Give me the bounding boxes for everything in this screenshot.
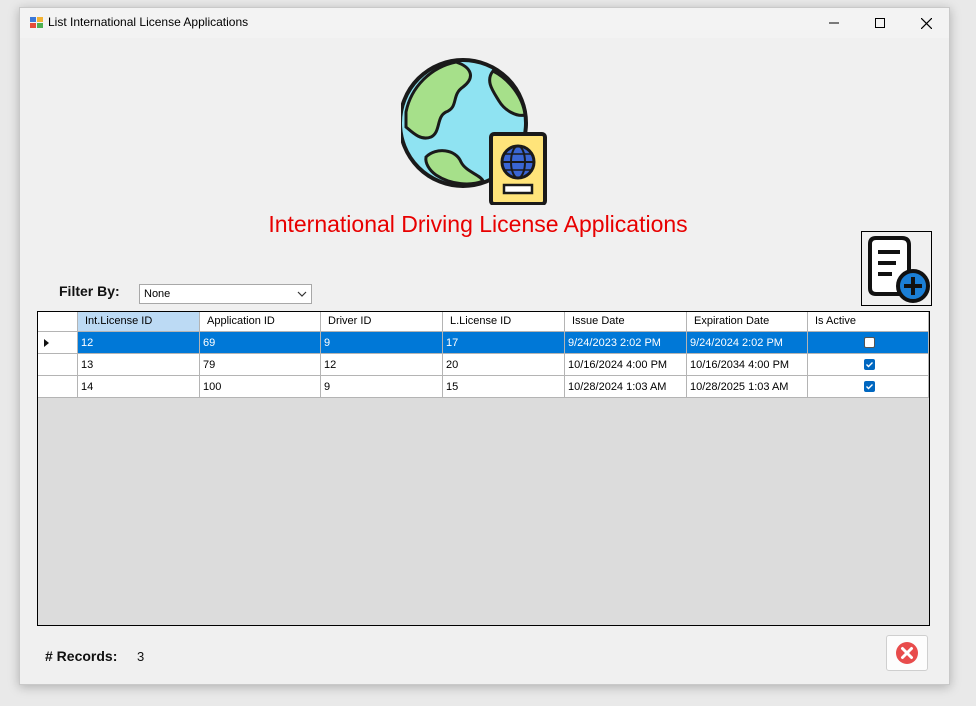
licenses-grid[interactable]: Int.License ID Application ID Driver ID … (37, 311, 930, 626)
column-header-issue-date[interactable]: Issue Date (565, 312, 687, 332)
table-row[interactable]: 14 100 9 15 10/28/2024 1:03 AM 10/28/202… (38, 376, 929, 398)
minimize-button[interactable] (811, 8, 857, 38)
cell-application-id[interactable]: 69 (200, 332, 321, 354)
is-active-checkbox[interactable] (864, 337, 875, 348)
cell-issue-date[interactable]: 10/16/2024 4:00 PM (565, 354, 687, 376)
page-title: International Driving License Applicatio… (268, 211, 688, 237)
records-count: 3 (137, 649, 145, 664)
column-header-l-license-id[interactable]: L.License ID (443, 312, 565, 332)
is-active-checkbox[interactable] (864, 381, 875, 392)
maximize-button[interactable] (857, 8, 903, 38)
grid-corner (38, 312, 78, 332)
cell-issue-date[interactable]: 9/24/2023 2:02 PM (565, 332, 687, 354)
cell-driver-id[interactable]: 9 (321, 332, 443, 354)
cell-l-license-id[interactable]: 15 (443, 376, 565, 398)
row-header[interactable] (38, 376, 78, 398)
column-header-is-active[interactable]: Is Active (808, 312, 929, 332)
chevron-down-icon (297, 291, 307, 297)
main-window: List International License Applications … (19, 7, 950, 685)
cell-l-license-id[interactable]: 17 (443, 332, 565, 354)
column-header-application-id[interactable]: Application ID (200, 312, 321, 332)
cell-int-license-id[interactable]: 13 (78, 354, 200, 376)
column-header-expiration-date[interactable]: Expiration Date (687, 312, 808, 332)
cell-expiration-date[interactable]: 10/16/2034 4:00 PM (687, 354, 808, 376)
cell-driver-id[interactable]: 12 (321, 354, 443, 376)
window-title: List International License Applications (48, 15, 249, 29)
cell-l-license-id[interactable]: 20 (443, 354, 565, 376)
cell-is-active[interactable] (808, 376, 929, 398)
add-document-icon (868, 236, 930, 303)
checkmark-icon (866, 362, 873, 368)
close-circle-icon (896, 642, 918, 664)
maximize-icon (875, 18, 885, 28)
column-header-int-license-id[interactable]: Int.License ID (78, 312, 200, 332)
column-header-driver-id[interactable]: Driver ID (321, 312, 443, 332)
cell-is-active[interactable] (808, 332, 929, 354)
checkmark-icon (866, 384, 873, 390)
row-header[interactable] (38, 332, 78, 354)
cell-expiration-date[interactable]: 9/24/2024 2:02 PM (687, 332, 808, 354)
filter-label: Filter By: (59, 283, 120, 299)
close-icon (920, 17, 932, 29)
title-bar: List International License Applications (20, 8, 949, 38)
cell-issue-date[interactable]: 10/28/2024 1:03 AM (565, 376, 687, 398)
window-close-button[interactable] (903, 8, 949, 38)
cell-expiration-date[interactable]: 10/28/2025 1:03 AM (687, 376, 808, 398)
table-row[interactable]: 12 69 9 17 9/24/2023 2:02 PM 9/24/2024 2… (38, 332, 929, 354)
cell-int-license-id[interactable]: 14 (78, 376, 200, 398)
app-icon (30, 17, 43, 28)
records-label: # Records: (45, 648, 118, 664)
cell-int-license-id[interactable]: 12 (78, 332, 200, 354)
cell-application-id[interactable]: 100 (200, 376, 321, 398)
current-row-arrow-icon (44, 339, 49, 347)
filter-by-select[interactable]: None (139, 284, 312, 304)
table-row[interactable]: 13 79 12 20 10/16/2024 4:00 PM 10/16/203… (38, 354, 929, 376)
grid-header: Int.License ID Application ID Driver ID … (38, 312, 929, 332)
close-button[interactable] (886, 635, 928, 671)
add-application-button[interactable] (861, 231, 932, 306)
row-header[interactable] (38, 354, 78, 376)
filter-selected-value: None (144, 288, 171, 300)
cell-is-active[interactable] (808, 354, 929, 376)
cell-driver-id[interactable]: 9 (321, 376, 443, 398)
globe-passport-icon (401, 58, 547, 205)
cell-application-id[interactable]: 79 (200, 354, 321, 376)
minimize-icon (829, 22, 839, 24)
is-active-checkbox[interactable] (864, 359, 875, 370)
